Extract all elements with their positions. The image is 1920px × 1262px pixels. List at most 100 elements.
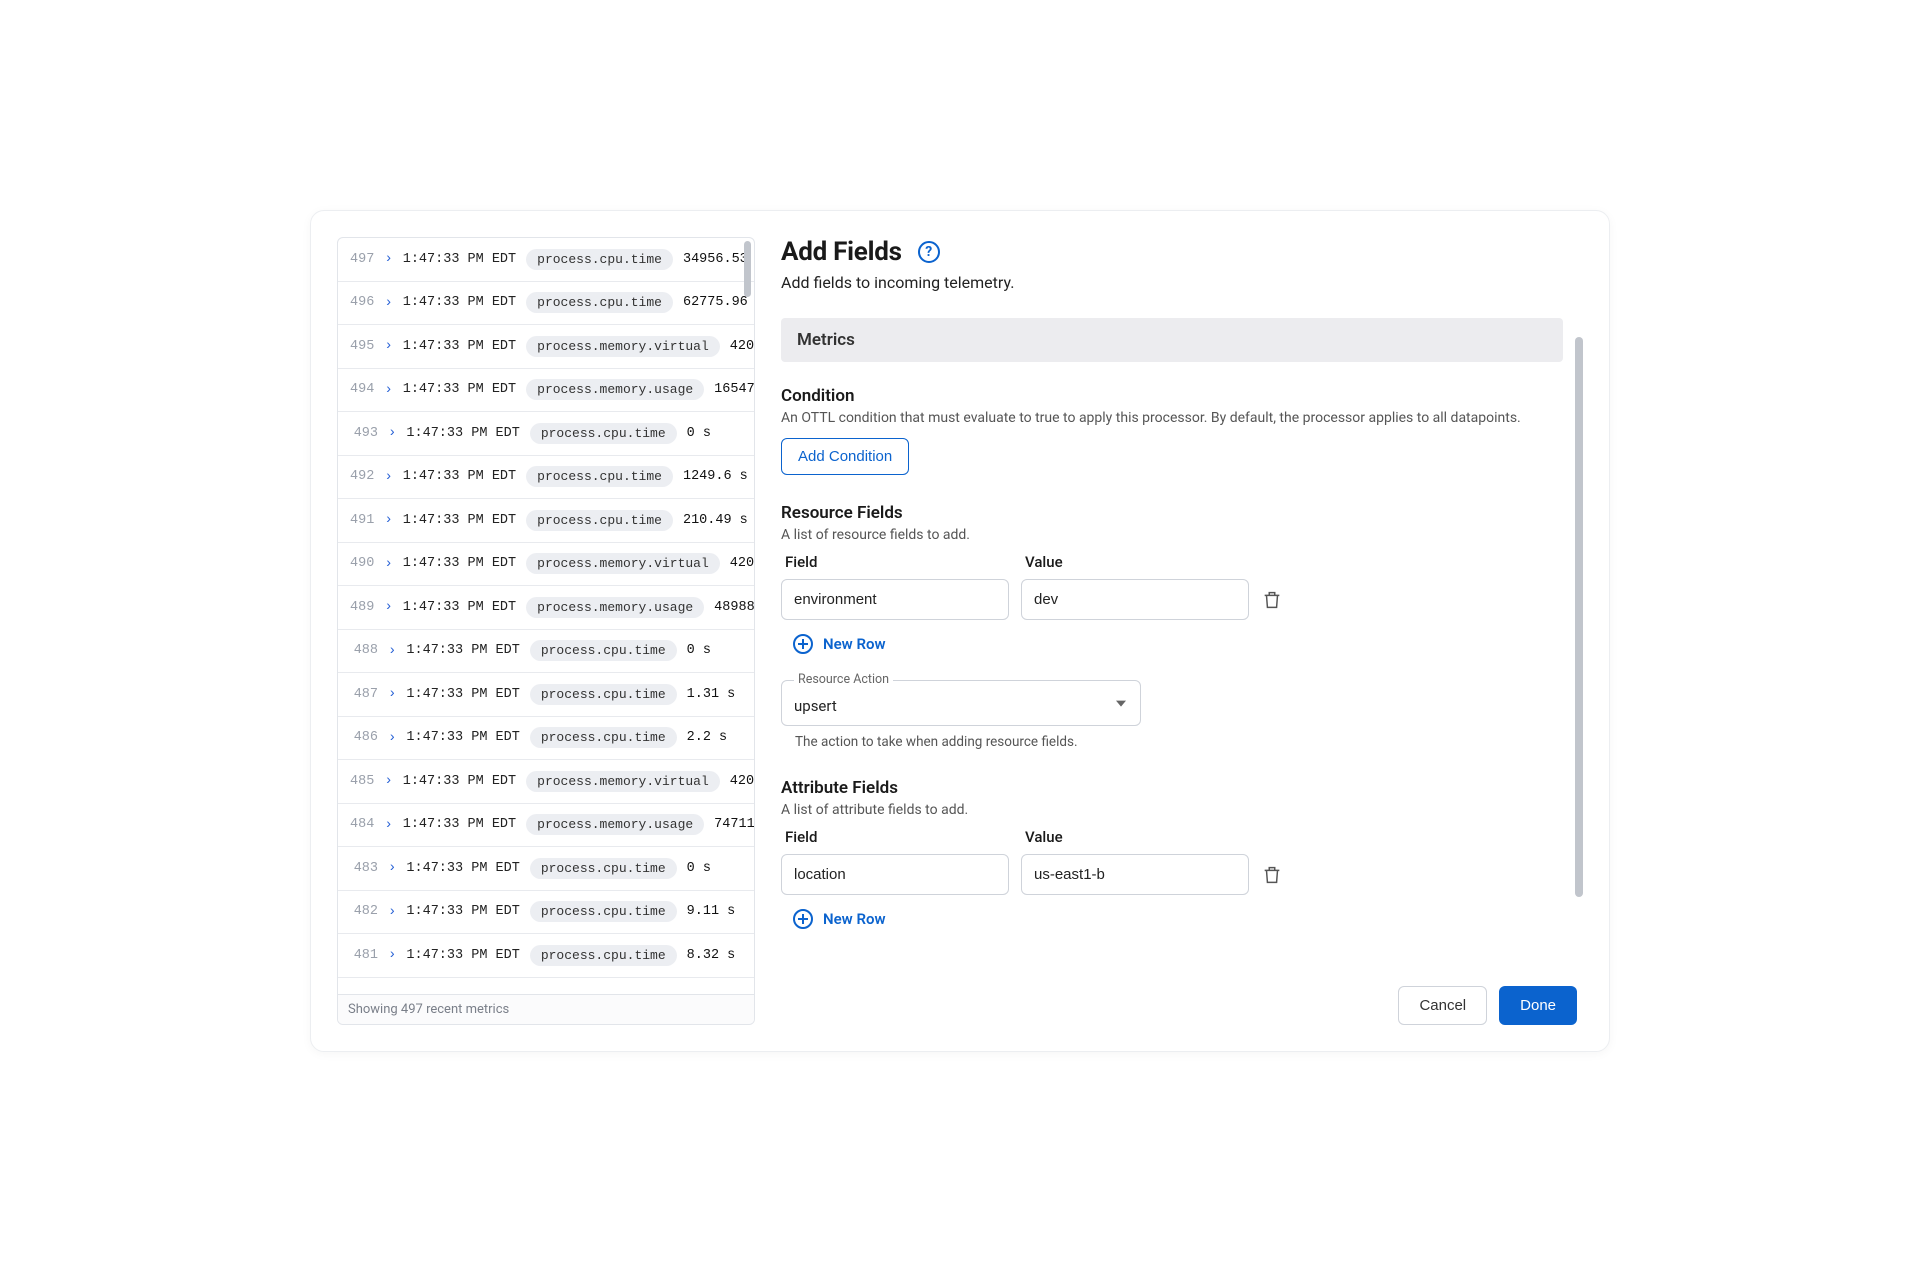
metric-name-tag: process.cpu.time <box>530 858 677 879</box>
log-row[interactable]: 482›1:47:33 PM EDTprocess.cpu.time9.11 s <box>338 891 754 935</box>
select-label: Resource Action <box>794 672 893 687</box>
row-timestamp: 1:47:33 PM EDT <box>406 948 519 963</box>
metric-value: 8.32 s <box>687 948 736 963</box>
chevron-right-icon: › <box>384 774 392 788</box>
help-icon[interactable]: ? <box>918 241 940 263</box>
config-panel: Add Fields ? Add fields to incoming tele… <box>781 237 1583 1025</box>
log-row[interactable]: 496›1:47:33 PM EDTprocess.cpu.time62775.… <box>338 282 754 326</box>
scrollbar-thumb[interactable] <box>744 241 751 297</box>
new-row-button[interactable]: New Row <box>781 909 886 929</box>
resource-action-help: The action to take when adding resource … <box>781 734 1563 750</box>
chevron-right-icon: › <box>384 339 392 353</box>
chevron-right-icon: › <box>388 426 396 440</box>
log-row[interactable]: 481›1:47:33 PM EDTprocess.cpu.time8.32 s <box>338 934 754 978</box>
metric-name-tag: process.memory.virtual <box>526 553 720 574</box>
trash-icon[interactable] <box>1261 864 1283 886</box>
metric-value: 1.31 s <box>687 687 736 702</box>
row-timestamp: 1:47:33 PM EDT <box>403 252 516 267</box>
resource-fields-desc: A list of resource fields to add. <box>781 527 1563 543</box>
chevron-right-icon: › <box>388 687 396 701</box>
row-index: 481 <box>350 948 378 963</box>
metric-value: 4202832 <box>730 556 754 571</box>
resource-fields-title: Resource Fields <box>781 503 1563 523</box>
log-row[interactable]: 486›1:47:33 PM EDTprocess.cpu.time2.2 s <box>338 717 754 761</box>
condition-desc: An OTTL condition that must evaluate to … <box>781 410 1563 426</box>
log-row[interactable]: 488›1:47:33 PM EDTprocess.cpu.time0 s <box>338 630 754 674</box>
metric-value: 62775.96 s <box>683 295 754 310</box>
column-header-field: Field <box>781 553 1009 571</box>
column-header-field: Field <box>781 828 1009 846</box>
row-timestamp: 1:47:33 PM EDT <box>406 426 519 441</box>
scrollbar-thumb[interactable] <box>1575 337 1583 897</box>
row-timestamp: 1:47:33 PM EDT <box>406 643 519 658</box>
attribute-field-input[interactable] <box>781 854 1009 895</box>
column-header-value: Value <box>1021 828 1249 846</box>
resource-field-input[interactable] <box>781 579 1009 620</box>
metric-name-tag: process.cpu.time <box>526 466 673 487</box>
chevron-right-icon: › <box>384 600 392 614</box>
log-row[interactable]: 487›1:47:33 PM EDTprocess.cpu.time1.31 s <box>338 673 754 717</box>
trash-icon[interactable] <box>1261 589 1283 611</box>
new-row-label: New Row <box>823 910 886 928</box>
metric-value: 1249.6 s <box>683 469 748 484</box>
row-timestamp: 1:47:33 PM EDT <box>403 469 516 484</box>
new-row-button[interactable]: New Row <box>781 634 886 654</box>
app-frame: 497›1:47:33 PM EDTprocess.cpu.time34956.… <box>310 210 1610 1052</box>
attribute-field-row <box>781 854 1563 895</box>
row-index: 489 <box>350 600 374 615</box>
chevron-right-icon: › <box>384 818 392 832</box>
plus-circle-icon <box>793 909 813 929</box>
chevron-right-icon: › <box>388 905 396 919</box>
metric-value: 2.2 s <box>687 730 728 745</box>
row-index: 492 <box>350 469 374 484</box>
chevron-right-icon: › <box>388 731 396 745</box>
row-timestamp: 1:47:33 PM EDT <box>406 904 519 919</box>
metric-value: 7471104 <box>714 817 754 832</box>
condition-title: Condition <box>781 386 1563 406</box>
log-row[interactable]: 493›1:47:33 PM EDTprocess.cpu.time0 s <box>338 412 754 456</box>
page-title: Add Fields <box>781 237 902 267</box>
resource-value-input[interactable] <box>1021 579 1249 620</box>
log-row[interactable]: 495›1:47:33 PM EDTprocess.memory.virtual… <box>338 325 754 369</box>
log-row[interactable]: 491›1:47:33 PM EDTprocess.cpu.time210.49… <box>338 499 754 543</box>
row-index: 484 <box>350 817 374 832</box>
metric-name-tag: process.memory.virtual <box>526 771 720 792</box>
log-row[interactable]: 484›1:47:33 PM EDTprocess.memory.usage74… <box>338 804 754 848</box>
row-timestamp: 1:47:33 PM EDT <box>403 600 516 615</box>
footer-actions: Cancel Done <box>781 986 1583 1025</box>
row-timestamp: 1:47:33 PM EDT <box>406 730 519 745</box>
cancel-button[interactable]: Cancel <box>1398 986 1487 1025</box>
chevron-right-icon: › <box>384 296 392 310</box>
metric-name-tag: process.cpu.time <box>530 727 677 748</box>
metric-value: 210.49 s <box>683 513 748 528</box>
chevron-right-icon: › <box>388 644 396 658</box>
row-index: 493 <box>350 426 378 441</box>
done-button[interactable]: Done <box>1499 986 1577 1025</box>
log-row[interactable]: 490›1:47:33 PM EDTprocess.memory.virtual… <box>338 543 754 587</box>
row-index: 497 <box>350 252 374 267</box>
log-row[interactable]: 483›1:47:33 PM EDTprocess.cpu.time0 s <box>338 847 754 891</box>
attribute-fields-title: Attribute Fields <box>781 778 1563 798</box>
resource-action-select[interactable]: Resource Action upsert <box>781 680 1141 726</box>
row-index: 491 <box>350 513 374 528</box>
metric-name-tag: process.cpu.time <box>530 640 677 661</box>
log-row[interactable]: 489›1:47:33 PM EDTprocess.memory.usage48… <box>338 586 754 630</box>
metrics-log-rows[interactable]: 497›1:47:33 PM EDTprocess.cpu.time34956.… <box>338 238 754 994</box>
metric-value: 0 s <box>687 426 711 441</box>
chevron-right-icon: › <box>388 861 396 875</box>
metrics-log-panel: 497›1:47:33 PM EDTprocess.cpu.time34956.… <box>337 237 755 1025</box>
metric-name-tag: process.memory.usage <box>526 597 704 618</box>
column-header-value: Value <box>1021 553 1249 571</box>
log-row[interactable]: 492›1:47:33 PM EDTprocess.cpu.time1249.6… <box>338 456 754 500</box>
row-index: 485 <box>350 774 374 789</box>
attribute-value-input[interactable] <box>1021 854 1249 895</box>
row-timestamp: 1:47:33 PM EDT <box>403 295 516 310</box>
log-row[interactable]: 497›1:47:33 PM EDTprocess.cpu.time34956.… <box>338 238 754 282</box>
attribute-fields-desc: A list of attribute fields to add. <box>781 802 1563 818</box>
log-row[interactable]: 494›1:47:33 PM EDTprocess.memory.usage16… <box>338 369 754 413</box>
metric-value: 1654784 <box>714 382 754 397</box>
metric-name-tag: process.cpu.time <box>530 945 677 966</box>
log-row[interactable]: 485›1:47:33 PM EDTprocess.memory.virtual… <box>338 760 754 804</box>
add-condition-button[interactable]: Add Condition <box>781 438 909 475</box>
metric-value: 4202512 <box>730 339 754 354</box>
